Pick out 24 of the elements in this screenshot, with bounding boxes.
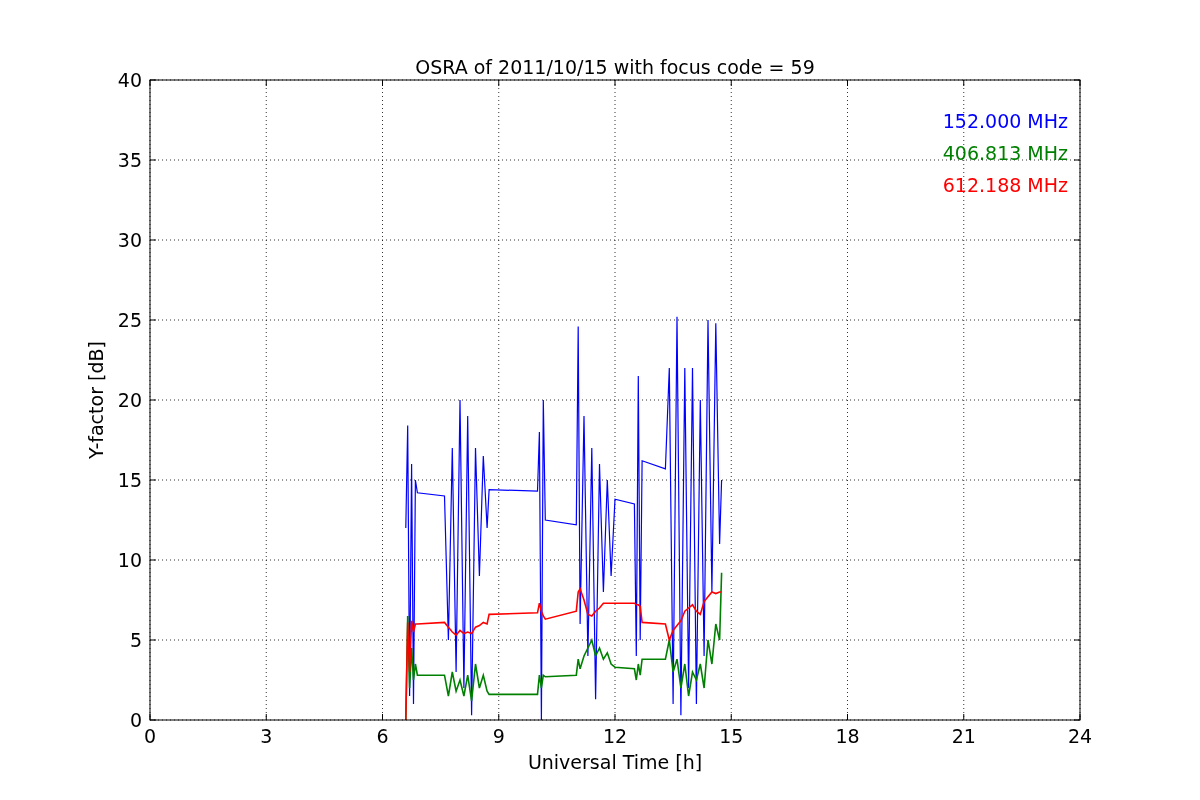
x-tick-label: 0 bbox=[143, 725, 157, 747]
legend-label: 406.813 MHz bbox=[942, 142, 1068, 164]
x-tick-label: 12 bbox=[602, 725, 628, 747]
y-tick-label: 30 bbox=[117, 229, 142, 251]
x-tick-label: 9 bbox=[492, 725, 505, 747]
y-tick-label: 10 bbox=[117, 549, 142, 571]
y-tick-label: 0 bbox=[129, 709, 142, 731]
y-tick-label: 40 bbox=[117, 69, 142, 91]
y-axis-label: Y-factor [dB] bbox=[85, 341, 107, 459]
x-tick-label: 3 bbox=[260, 725, 273, 747]
x-tick-label: 21 bbox=[951, 725, 976, 747]
x-tick-label: 6 bbox=[376, 725, 389, 747]
y-tick-label: 35 bbox=[117, 149, 142, 171]
chart-title: OSRA of 2011/10/15 with focus code = 59 bbox=[415, 56, 815, 78]
legend-label: 612.188 MHz bbox=[942, 174, 1068, 196]
y-tick-label: 5 bbox=[129, 629, 142, 651]
legend-label: 152.000 MHz bbox=[942, 110, 1068, 132]
x-tick-label: 18 bbox=[835, 725, 860, 747]
x-tick-label: 24 bbox=[1067, 725, 1093, 747]
x-tick-label: 15 bbox=[719, 725, 744, 747]
x-axis-label: Universal Time [h] bbox=[527, 751, 703, 773]
y-tick-label: 15 bbox=[117, 469, 142, 491]
y-tick-label: 20 bbox=[117, 389, 142, 411]
y-tick-label: 25 bbox=[117, 309, 142, 331]
